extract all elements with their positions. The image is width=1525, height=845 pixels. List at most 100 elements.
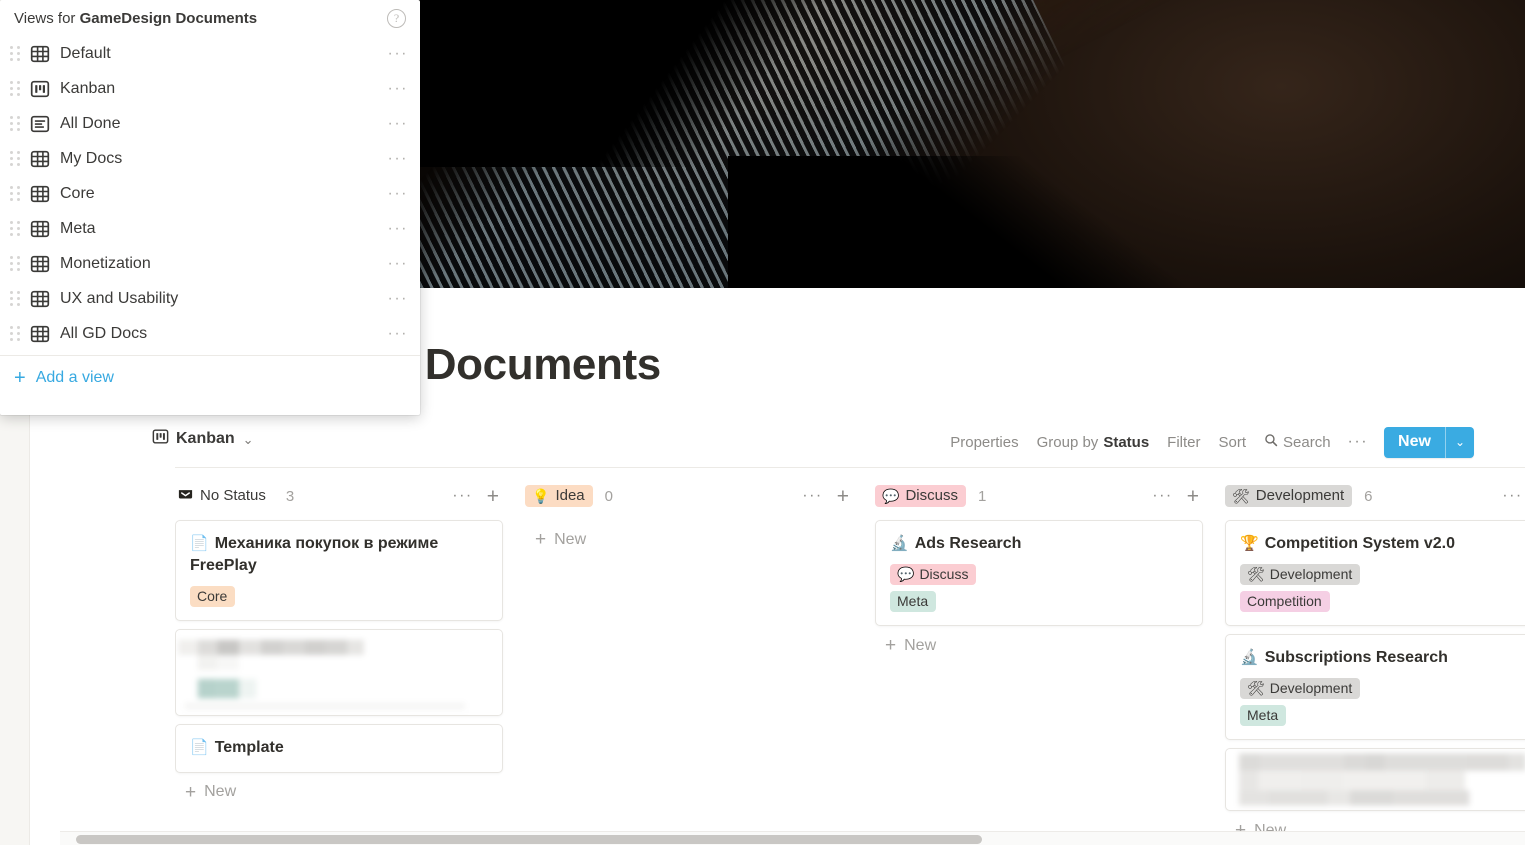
kanban-card[interactable]: 📄 Template [175,723,503,773]
new-button-dropdown[interactable]: ⌄ [1446,427,1474,458]
card-tag[interactable]: 🛠 Development [1240,564,1361,586]
redacted-content [176,630,502,715]
plus-icon: + [14,367,26,389]
view-row-label: My Docs [60,149,123,167]
kanban-column-body: 🏆 Competition System v2.0 🛠 Development Comp… [1225,520,1525,811]
drag-handle[interactable] [10,46,22,61]
card-tag-label: Core [197,588,228,605]
kanban-column-header: 🛠 Development 6 ···+ [1225,478,1525,514]
column-card-count: 1 [977,487,987,505]
drag-handle[interactable] [10,291,22,306]
sort-button[interactable]: Sort [1210,428,1256,457]
card-tag-label: Meta [1247,707,1279,724]
kanban-card-redacted[interactable] [175,629,503,716]
column-add-new-button[interactable]: + New [1225,811,1525,831]
app-root: GameDesign Documents Kanban ⌄ Properties [0,0,1525,845]
view-row-menu-button[interactable]: ··· [388,325,408,343]
kanban-card-redacted[interactable] [1225,748,1525,811]
kanban-card-title: 📄 Template [190,737,488,759]
views-popup-title: Views for GameDesign Documents [14,10,257,27]
more-options-button[interactable]: ··· [1340,429,1376,455]
properties-button[interactable]: Properties [941,428,1027,457]
card-tag[interactable]: 💬 Discuss [890,564,977,586]
view-row-core[interactable]: Core ··· [0,176,420,211]
view-row-all-gd-docs[interactable]: All GD Docs ··· [0,316,420,351]
column-menu-button[interactable]: ··· [802,487,822,505]
tag-emoji-icon: 🛠 [1247,566,1265,583]
add-new-label: New [1254,821,1287,832]
view-row-kanban[interactable]: Kanban ··· [0,71,420,106]
filter-button[interactable]: Filter [1158,428,1209,457]
search-button[interactable]: Search [1255,427,1340,457]
column-add-new-button[interactable]: + New [875,626,1203,661]
views-popup: Views for GameDesign Documents ? Default… [0,0,420,415]
help-circle-icon[interactable]: ? [387,8,406,28]
horizontal-scrollbar-thumb[interactable] [76,835,982,844]
plus-icon: + [1235,820,1247,831]
column-status-chip[interactable]: 🛠 Development [1225,485,1353,507]
column-add-new-button[interactable]: + New [175,773,503,808]
column-add-card-button[interactable]: + [487,486,499,507]
view-row-menu-button[interactable]: ··· [388,115,408,133]
kanban-card[interactable]: 🔬 Subscriptions Research 🛠 Development Meta [1225,634,1525,741]
hammer-and-wrench-icon: 🛠 [1232,487,1250,504]
table-view-icon [30,254,50,274]
column-menu-button[interactable]: ··· [452,487,472,505]
kanban-card[interactable]: 🔬 Ads Research 💬 Discuss Meta [875,520,1203,627]
card-tag[interactable]: Core [190,586,236,608]
column-add-card-button[interactable]: + [837,486,849,507]
view-row-all-done[interactable]: All Done ··· [0,106,420,141]
views-popup-header: Views for GameDesign Documents ? [0,0,420,36]
view-row-meta[interactable]: Meta ··· [0,211,420,246]
column-status-label: Discuss [905,487,958,504]
card-tag[interactable]: 🛠 Development [1240,678,1361,700]
current-view-selector[interactable]: Kanban ⌄ [148,426,258,452]
drag-handle[interactable] [10,116,22,131]
view-row-menu-button[interactable]: ··· [388,220,408,238]
kanban-card[interactable]: 🏆 Competition System v2.0 🛠 Development Comp… [1225,520,1525,627]
view-row-menu-button[interactable]: ··· [388,290,408,308]
drag-handle[interactable] [10,326,22,341]
column-header-actions: ··· + [1152,486,1199,507]
card-tag-label: Meta [897,593,929,610]
lightbulb-icon: 💡 [532,487,550,504]
kanban-column-idea: 💡 Idea 0 ··· + + New [525,478,853,831]
cover-lower-wedge [727,155,1238,288]
view-row-menu-button[interactable]: ··· [388,80,408,98]
view-row-ux-and-usability[interactable]: UX and Usability ··· [0,281,420,316]
column-add-card-button[interactable]: + [1187,486,1199,507]
column-status-chip[interactable]: 💡 Idea [525,485,593,507]
drag-handle[interactable] [10,81,22,96]
view-row-my-docs[interactable]: My Docs ··· [0,141,420,176]
new-button[interactable]: New [1384,427,1445,458]
view-row-monetization[interactable]: Monetization ··· [0,246,420,281]
kanban-card[interactable]: 📄 Механика покупок в режиме FreePlay Core [175,520,503,622]
column-add-new-button[interactable]: + New [525,520,853,555]
column-header-actions: ···+ [1502,486,1525,507]
card-tag[interactable]: Meta [1240,705,1287,727]
drag-handle[interactable] [10,151,22,166]
column-status-label: No Status [200,487,266,504]
group-by-button[interactable]: Group by Status [1028,428,1159,457]
column-menu-button[interactable]: ··· [1152,487,1172,505]
column-menu-button[interactable]: ··· [1502,487,1522,505]
drag-handle[interactable] [10,221,22,236]
horizontal-scrollbar[interactable] [60,831,1525,845]
card-tag[interactable]: Meta [890,591,937,613]
column-status-chip[interactable]: 💬 Discuss [875,485,966,507]
add-a-view-button[interactable]: + Add a view [0,356,420,400]
search-label: Search [1283,433,1331,451]
view-row-menu-button[interactable]: ··· [388,45,408,63]
column-status-chip[interactable]: No Status [175,484,274,508]
card-tag[interactable]: Competition [1240,591,1330,613]
view-row-menu-button[interactable]: ··· [388,185,408,203]
page-cover-image[interactable] [418,0,1525,288]
view-row-default[interactable]: Default ··· [0,36,420,71]
view-row-menu-button[interactable]: ··· [388,150,408,168]
drag-handle[interactable] [10,256,22,271]
drag-handle[interactable] [10,186,22,201]
view-row-menu-button[interactable]: ··· [388,255,408,273]
kanban-card-tags: 🛠 Development Meta [1240,678,1525,727]
view-bar: Kanban ⌄ Properties Group by Status Filt… [148,424,1495,460]
plus-icon: + [535,529,547,550]
